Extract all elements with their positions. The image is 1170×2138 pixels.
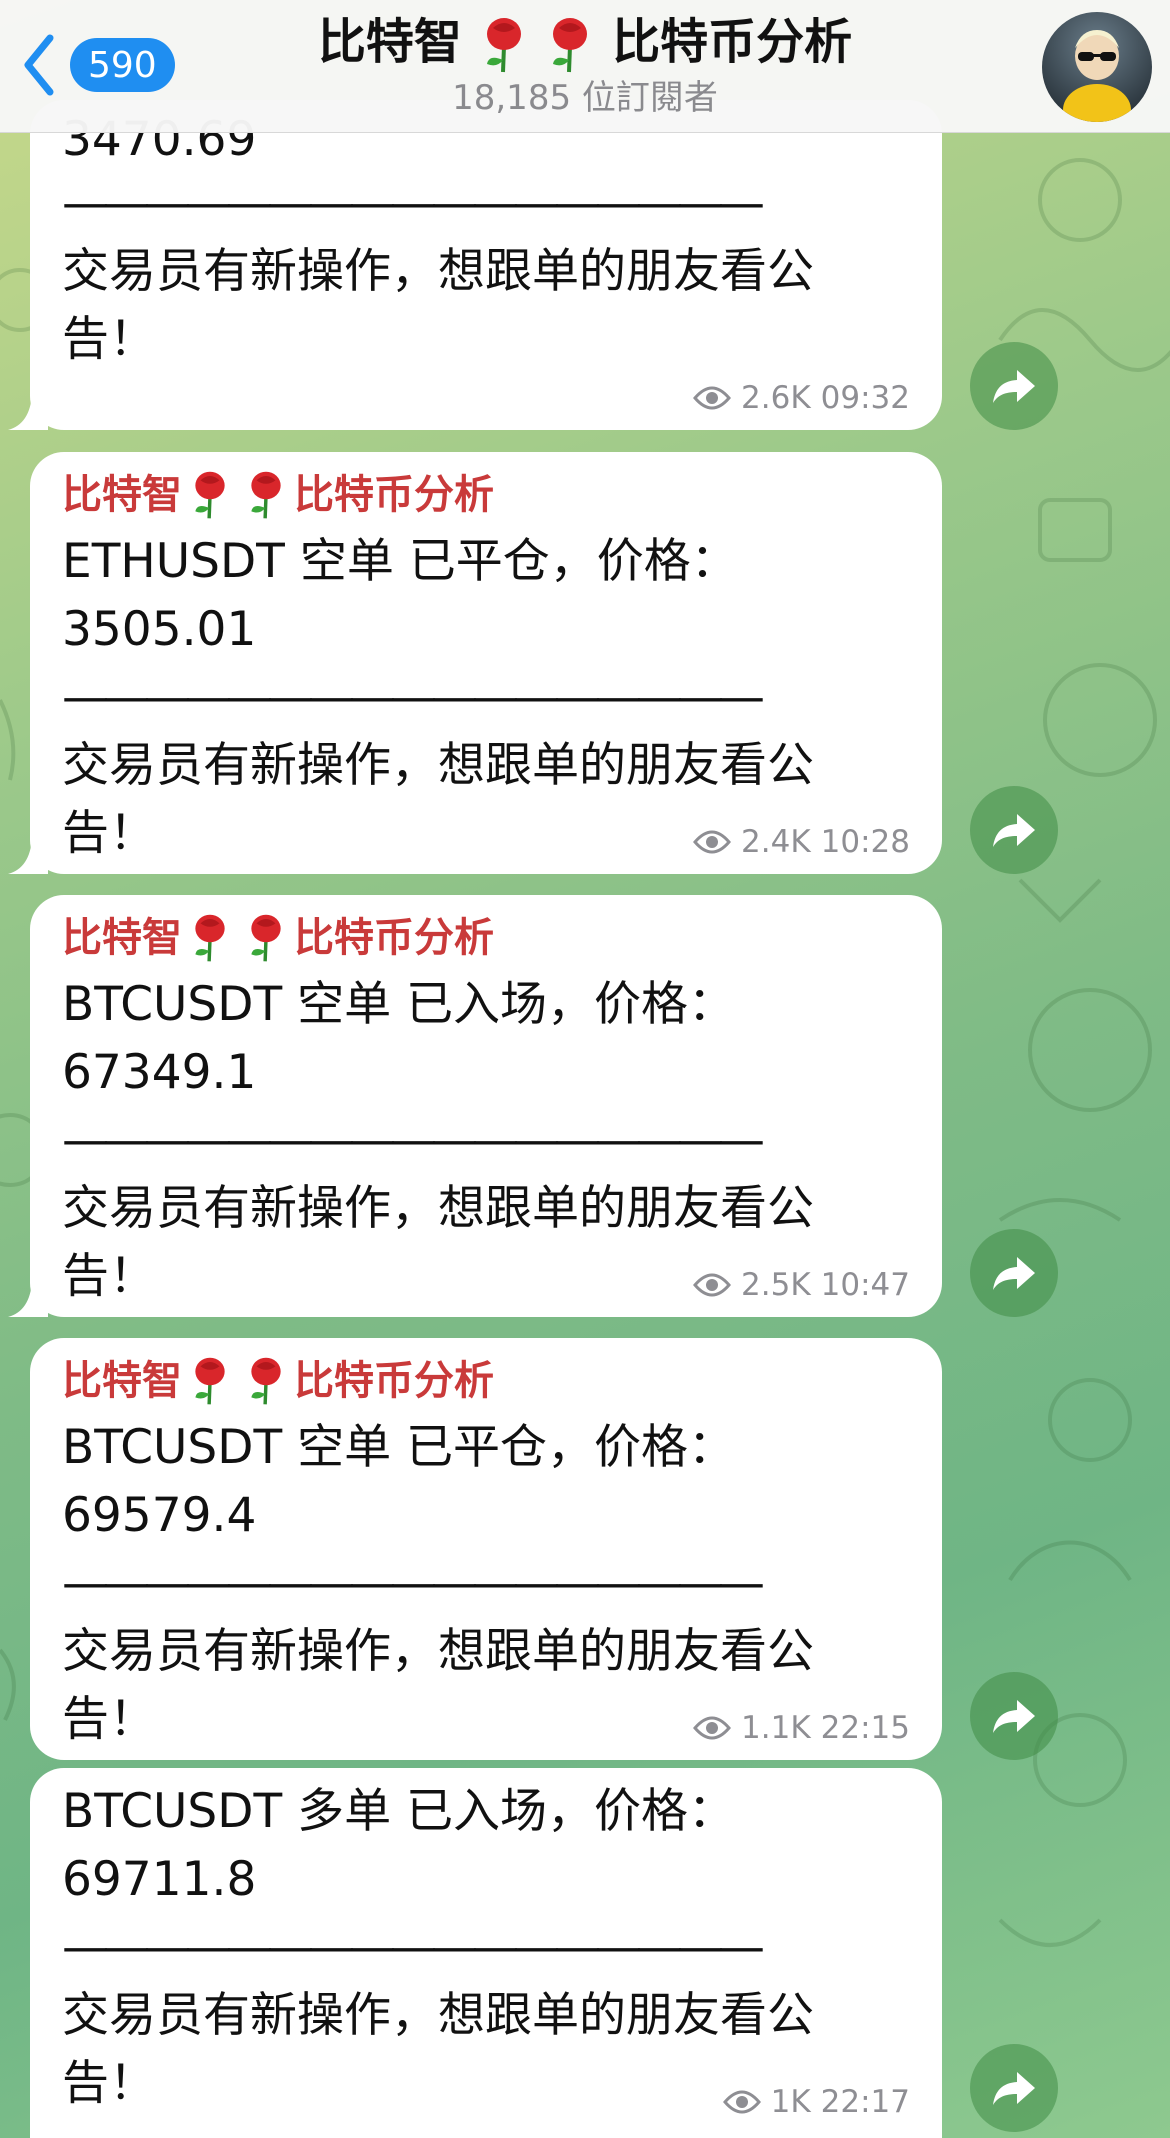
view-count: 2.4K xyxy=(741,824,811,860)
bubble-tail xyxy=(8,1281,48,1317)
share-arrow-icon xyxy=(993,1700,1035,1733)
eye-icon xyxy=(693,1716,731,1740)
share-button[interactable] xyxy=(970,2044,1058,2132)
message-meta: 1.1K 22:15 xyxy=(693,1710,910,1746)
message-time: 10:28 xyxy=(820,824,910,860)
share-arrow-icon xyxy=(993,1257,1035,1290)
share-arrow-icon xyxy=(993,814,1035,847)
message-time: 09:32 xyxy=(820,380,910,416)
view-count: 1.1K xyxy=(741,1710,811,1746)
message-price: 69711.8 xyxy=(62,1852,257,1907)
message-sender: 比特智 比特币分析 xyxy=(62,1357,494,1405)
message-note-cont: 告！ xyxy=(62,312,156,367)
message-action: ETHUSDT 空单 已平仓，价格： xyxy=(62,534,738,589)
back-button[interactable]: 590 xyxy=(18,30,175,100)
share-button[interactable] xyxy=(970,342,1058,430)
rose-icon xyxy=(251,914,281,962)
message-bubble[interactable]: 比特智 比特币分析 ETHUSDT 空单 已平仓，价格： 3505.01 ———… xyxy=(8,452,942,874)
message-separator: ————————————————— xyxy=(62,1920,765,1975)
message-action: BTCUSDT 空单 已入场，价格： xyxy=(62,977,736,1032)
message-bubble[interactable]: 3470.69 ————————————————— 交易员有新操作，想跟单的朋友… xyxy=(8,100,942,430)
message-sender: 比特智 比特币分析 xyxy=(62,914,494,962)
message-note: 交易员有新操作，想跟单的朋友看公 xyxy=(62,1988,814,2043)
unread-count-badge: 590 xyxy=(70,38,175,92)
message-note: 交易员有新操作，想跟单的朋友看公 xyxy=(62,738,814,793)
message-action: BTCUSDT 空单 已平仓，价格： xyxy=(62,1420,736,1475)
message-price: 69579.4 xyxy=(62,1488,257,1543)
message-time: 10:47 xyxy=(820,1267,910,1303)
message-action: BTCUSDT 多单 已入场，价格： xyxy=(62,1784,736,1839)
chevron-left-icon xyxy=(24,34,54,96)
avatar-image xyxy=(1063,30,1131,122)
channel-name: 比特智 比特币分析 xyxy=(240,10,930,74)
rose-icon xyxy=(251,471,281,519)
eye-icon xyxy=(693,830,731,854)
rose-icon xyxy=(195,914,225,962)
message-time: 22:15 xyxy=(820,1710,910,1746)
share-arrow-icon xyxy=(993,2072,1035,2105)
message-note: 交易员有新操作，想跟单的朋友看公 xyxy=(62,244,814,299)
view-count: 2.6K xyxy=(741,380,811,416)
subscriber-count: 18,185 位訂閱者 xyxy=(452,78,718,118)
share-button[interactable] xyxy=(970,1229,1058,1317)
eye-icon xyxy=(722,2090,761,2114)
channel-avatar[interactable] xyxy=(1042,12,1152,122)
chat-header: 590 比特智 比特币分析 18,185 位訂閱者 xyxy=(0,0,1170,133)
rose-icon xyxy=(486,18,521,73)
view-count: 2.5K xyxy=(741,1267,811,1303)
message-price: 3505.01 xyxy=(62,602,257,657)
message-bubble[interactable]: 比特智 比特币分析 BTCUSDT 空单 已入场，价格： 67349.1 ———… xyxy=(8,895,942,1317)
message-meta: 2.4K 10:28 xyxy=(693,824,910,860)
message-bubble[interactable]: BTCUSDT 多单 已入场，价格： 69711.8 —————————————… xyxy=(30,1768,942,2138)
message-price: 67349.1 xyxy=(62,1045,257,1100)
share-button[interactable] xyxy=(970,1672,1058,1760)
eye-icon xyxy=(693,1273,731,1297)
bubble-tail xyxy=(8,394,48,430)
rose-icon xyxy=(195,471,225,519)
rose-icon xyxy=(195,1357,225,1405)
message-meta: 2.6K 09:32 xyxy=(693,380,910,416)
view-count: 1K xyxy=(770,2084,811,2120)
message-sender: 比特智 比特币分析 xyxy=(62,471,494,519)
message-meta: 2.5K 10:47 xyxy=(693,1267,910,1303)
share-button[interactable] xyxy=(970,786,1058,874)
message-note: 交易员有新操作，想跟单的朋友看公 xyxy=(62,1181,814,1236)
share-arrow-icon xyxy=(993,370,1035,403)
eye-icon xyxy=(693,386,731,410)
rose-icon xyxy=(553,18,588,73)
channel-title-area[interactable]: 比特智 比特币分析 18,185 位訂閱者 xyxy=(240,10,930,120)
message-separator: ————————————————— xyxy=(62,1556,765,1611)
message-meta: 1K 22:17 xyxy=(722,2084,910,2120)
rose-icon xyxy=(251,1357,281,1405)
message-time: 22:17 xyxy=(820,2084,910,2120)
message-separator: ————————————————— xyxy=(62,670,765,725)
message-note: 交易员有新操作，想跟单的朋友看公 xyxy=(62,1624,814,1679)
message-bubble[interactable]: 比特智 比特币分析 BTCUSDT 空单 已平仓，价格： 69579.4 ———… xyxy=(30,1338,942,1760)
bubble-tail xyxy=(8,838,48,874)
message-separator: ————————————————— xyxy=(62,1113,765,1168)
message-separator: ————————————————— xyxy=(62,176,765,231)
